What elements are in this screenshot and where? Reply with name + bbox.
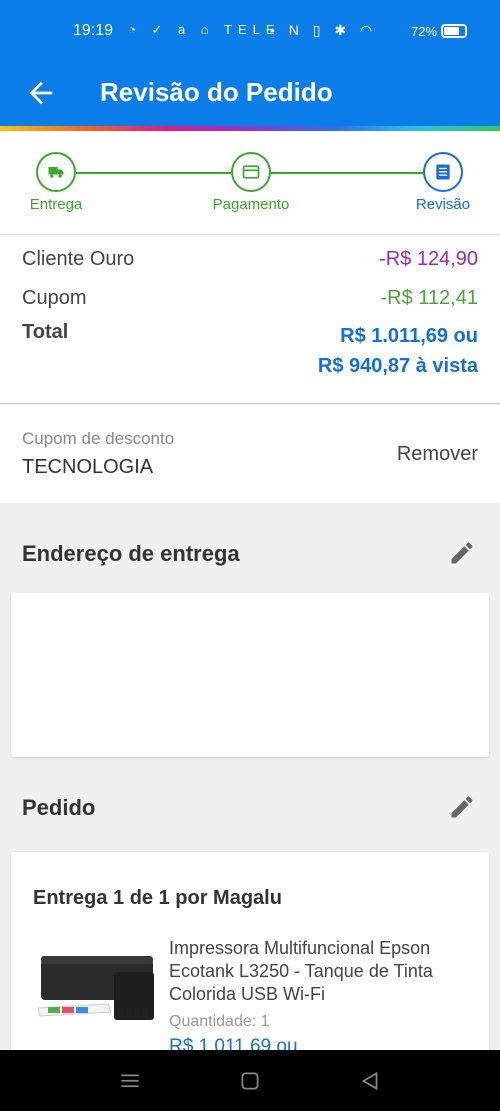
coupon-field-label: Cupom de desconto (22, 429, 175, 448)
coupon-section: Cupom de desconto TECNOLOGIA Remover (0, 405, 500, 503)
status-bar: 19:19 ◔ ✓ a ⌂ TELE • N ▯ ✱ ◠ 72% (0, 0, 500, 62)
coupon-discount-value: -R$ 112,41 (380, 287, 478, 309)
stepper-line-1 (76, 172, 231, 174)
step-pagamento[interactable] (231, 152, 271, 192)
step-label-entrega: Entrega (29, 196, 83, 213)
battery-percent: 72% (411, 24, 438, 39)
pencil-icon[interactable] (448, 539, 476, 567)
product-quantity: Quantidade: 1 (169, 1013, 270, 1030)
order-summary: Cliente Ouro -R$ 124,90 Cupom -R$ 112,41… (0, 236, 500, 404)
remove-coupon-button[interactable]: Remover (397, 443, 478, 466)
total-installment: R$ 1.011,69 ou (340, 325, 478, 347)
home-icon[interactable] (237, 1068, 263, 1094)
address-section-title: Endereço de entrega (22, 541, 240, 566)
checkout-stepper: Entrega Pagamento Revisão (0, 131, 500, 235)
menu-icon[interactable] (117, 1068, 143, 1094)
system-nav-bar (0, 1050, 500, 1111)
stepper-line-2 (270, 172, 423, 174)
card-icon (242, 165, 260, 179)
gold-discount-value: -R$ 124,90 (379, 248, 478, 270)
coupon-label: Cupom (22, 287, 87, 309)
total-value: R$ 1.011,69 ou R$ 940,87 à vista (318, 321, 478, 381)
step-entrega[interactable] (36, 152, 76, 192)
printer-image (37, 956, 154, 1020)
step-label-revisao: Revisão (415, 196, 471, 213)
order-section-title: Pedido (22, 795, 96, 820)
pencil-icon[interactable] (448, 793, 476, 821)
product-name: Impressora Multifuncional Epson Ecotank … (169, 938, 433, 1004)
coupon-code: TECNOLOGIA (22, 456, 154, 478)
list-icon (436, 164, 450, 180)
total-cash: R$ 940,87 à vista (317, 355, 478, 377)
notification-icons: ◔ ✓ a ⌂ TELE (128, 22, 281, 37)
gold-label: Cliente Ouro (22, 248, 135, 270)
truck-icon (48, 167, 64, 178)
shipment-title: Entrega 1 de 1 por Magalu (33, 887, 282, 909)
arrow-left-icon[interactable] (24, 76, 58, 110)
order-card: Entrega 1 de 1 por Magalu Impressora Mul… (11, 852, 489, 1072)
step-label-pagamento: Pagamento (212, 196, 290, 213)
status-time: 19:19 (73, 22, 114, 39)
total-label: Total (22, 321, 69, 343)
battery-icon (441, 24, 467, 38)
back-triangle-icon[interactable] (357, 1068, 383, 1094)
address-card[interactable] (11, 593, 489, 757)
page-title: Revisão do Pedido (100, 77, 333, 107)
app-bar: Revisão do Pedido (0, 62, 500, 126)
system-icons: • N ▯ ✱ ◠ (270, 22, 378, 38)
step-revisao[interactable] (423, 152, 463, 192)
